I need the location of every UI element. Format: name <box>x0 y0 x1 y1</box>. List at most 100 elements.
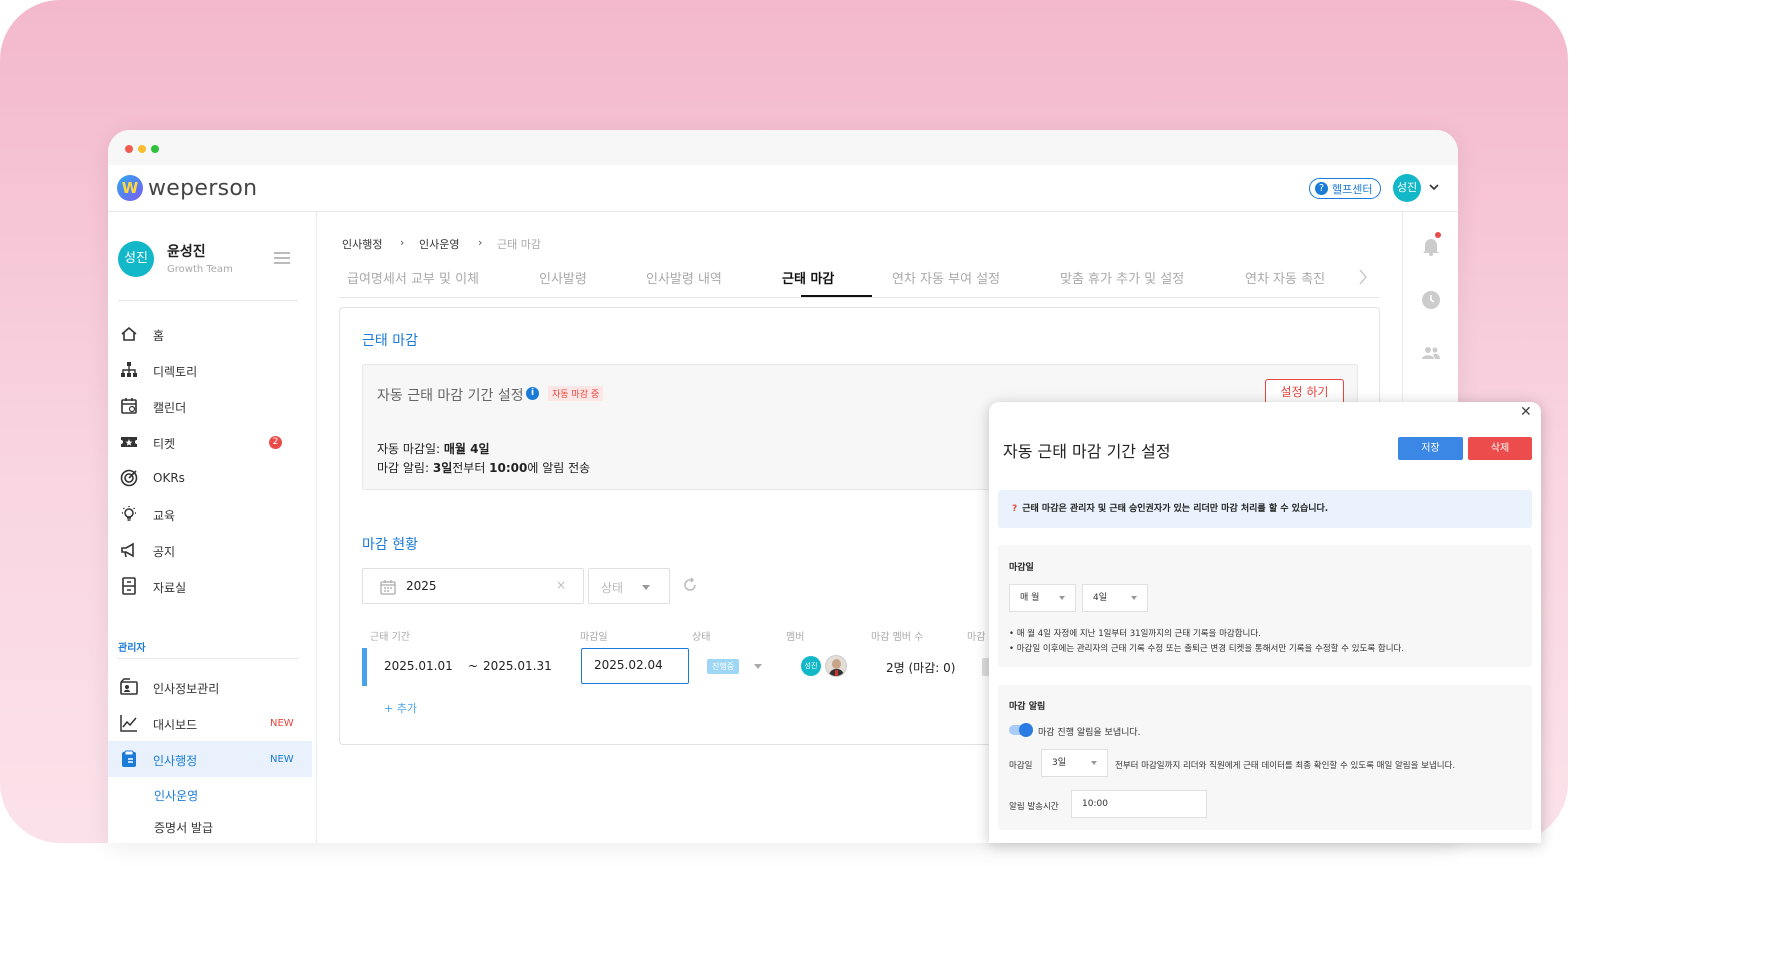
alert-days-desc: 전부터 마감일까지 리더와 직원에게 근태 데이터를 최종 확인할 수 있도록 … <box>1115 761 1456 771</box>
tab-annual-leave-auto[interactable]: 연차 자동 부여 설정 <box>892 268 1000 287</box>
lightbulb-icon <box>122 506 136 521</box>
sidebar-item-hr-admin[interactable]: 인사행정 NEW <box>108 741 312 777</box>
sidebar-item-calendar[interactable]: 캘린더 <box>108 388 312 424</box>
column-header: 멤버 <box>786 632 805 643</box>
due-period-select[interactable]: 매 월 <box>1009 584 1076 612</box>
member-photo-avatar[interactable] <box>825 655 847 677</box>
due-day-select[interactable]: 4일 <box>1082 584 1148 612</box>
weperson-logo-icon[interactable]: W <box>117 175 143 201</box>
permission-notice: ? 근태 마감은 관리자 및 근태 승인권자가 있는 리더만 마감 처리를 할 수… <box>998 490 1532 528</box>
alert-time-input[interactable]: 10:00 <box>1071 790 1207 818</box>
breadcrumb-item[interactable]: 인사행정 <box>342 236 382 252</box>
year-filter[interactable]: 2025 × <box>362 568 584 604</box>
sidebar-item-hr-info[interactable]: 인사정보관리 <box>108 669 312 705</box>
caret-down-icon <box>1091 761 1097 765</box>
sidebar-item-label: 자료실 <box>153 581 187 595</box>
column-header: 마감일 <box>580 632 608 643</box>
alert-due-label: 마감일 <box>1009 761 1033 771</box>
divider <box>118 300 298 301</box>
status-filter[interactable]: 상태 <box>588 568 670 604</box>
alert-toggle[interactable] <box>1009 723 1033 737</box>
tab-leave-promotion[interactable]: 연차 자동 촉진 <box>1245 268 1325 287</box>
alert-label: 마감 알림: <box>377 461 433 475</box>
breadcrumb-item[interactable]: 인사운영 <box>419 236 459 252</box>
caret-down-icon[interactable] <box>754 664 762 669</box>
sidebar-item-directory[interactable]: 디렉토리 <box>108 352 312 388</box>
megaphone-icon <box>121 542 134 558</box>
sidebar-item-label: 캘린더 <box>153 401 187 415</box>
brand-name[interactable]: weperson <box>148 176 257 201</box>
sidebar-item-education[interactable]: 교육 <box>108 496 312 532</box>
auto-close-date-line: 자동 마감일: 매월 4일 <box>377 440 490 457</box>
due-day-value: 4일 <box>1093 593 1108 603</box>
sidebar-subitem-hr-operations[interactable]: 인사운영 <box>154 787 198 804</box>
close-window-dot[interactable] <box>125 145 133 153</box>
alert-toggle-label: 마감 진행 알림을 보냅니다. <box>1038 728 1141 738</box>
clock-icon[interactable] <box>1422 291 1440 309</box>
user-avatar[interactable]: 성진 <box>1393 174 1421 202</box>
chevron-down-icon[interactable] <box>1429 184 1439 192</box>
chart-line-icon <box>120 715 137 732</box>
status-badge: 진행중 <box>707 659 740 674</box>
alert-heading: 마감 알림 <box>1009 702 1046 712</box>
divider <box>118 658 298 659</box>
alert-suffix: 에 알림 전송 <box>527 461 591 475</box>
save-button[interactable]: 저장 <box>1398 437 1463 460</box>
breadcrumb-current: 근태 마감 <box>497 238 541 251</box>
archive-icon <box>122 577 136 595</box>
delete-button[interactable]: 삭제 <box>1468 437 1532 460</box>
sidebar-item-archive[interactable]: 자료실 <box>108 568 312 604</box>
hamburger-menu-icon[interactable] <box>274 252 290 264</box>
add-row-button[interactable]: + 추가 <box>384 700 417 716</box>
minimize-window-dot[interactable] <box>138 145 146 153</box>
auto-close-settings-modal: ✕ 자동 근태 마감 기간 설정 저장 삭제 ? 근태 마감은 관리자 및 근태 … <box>989 402 1541 843</box>
sidebar: 성진 윤성진 Growth Team 홈 디렉토리 캘린더 티켓 2 OKRs … <box>108 212 317 843</box>
alert-days-select[interactable]: 3일 <box>1041 749 1108 777</box>
close-icon[interactable]: ✕ <box>1520 404 1532 420</box>
bell-icon[interactable] <box>1422 236 1440 256</box>
sidebar-item-label: 홈 <box>153 329 165 343</box>
chevron-right-icon[interactable] <box>1358 269 1368 285</box>
org-chart-icon <box>121 362 137 377</box>
due-date-heading: 마감일 <box>1009 563 1034 573</box>
tab-attendance-close[interactable]: 근태 마감 <box>782 268 834 287</box>
table-row[interactable]: 2025.01.01 ~ 2025.01.31 2025.02.04 진행중 성… <box>362 648 1002 688</box>
due-date-input[interactable]: 2025.02.04 <box>581 648 689 684</box>
sidebar-subitem-certificate[interactable]: 증명서 발급 <box>154 819 213 836</box>
permission-notice-text: 근태 마감은 관리자 및 근태 승인권자가 있는 리더만 마감 처리를 할 수 … <box>1022 504 1329 514</box>
target-icon <box>120 469 138 487</box>
member-avatar[interactable]: 성진 <box>801 656 821 676</box>
maximize-window-dot[interactable] <box>151 145 159 153</box>
column-header: 상태 <box>692 632 711 643</box>
period-start: 2025.01.01 <box>384 659 453 673</box>
sidebar-item-notice[interactable]: 공지 <box>108 532 312 568</box>
help-center-button[interactable]: ? 헬프센터 <box>1309 178 1382 199</box>
auto-close-title: 자동 근태 마감 기간 설정 <box>377 388 524 404</box>
profile-avatar[interactable]: 성진 <box>118 241 154 277</box>
tab-custom-leave[interactable]: 맞춤 휴가 추가 및 설정 <box>1060 268 1184 287</box>
people-icon[interactable] <box>1421 346 1441 360</box>
auto-close-date-label: 자동 마감일: <box>377 442 444 456</box>
refresh-icon[interactable] <box>682 577 698 593</box>
clear-icon[interactable]: × <box>556 578 566 592</box>
tab-appointment-history[interactable]: 인사발령 내역 <box>646 268 722 287</box>
sidebar-item-okrs[interactable]: OKRs <box>108 460 312 496</box>
sidebar-item-home[interactable]: 홈 <box>108 316 312 352</box>
sidebar-item-dashboard[interactable]: 대시보드 NEW <box>108 705 312 741</box>
tab-bar: 급여명세서 교부 및 이체 인사발령 인사발령 내역 근태 마감 연차 자동 부… <box>339 256 1379 298</box>
new-tag: NEW <box>270 718 294 729</box>
alert-section: 마감 알림 마감 진행 알림을 보냅니다. 마감일 3일 전부터 마감일까지 리… <box>998 685 1532 830</box>
sidebar-item-ticket[interactable]: 티켓 2 <box>108 424 312 460</box>
auto-close-alert-line: 마감 알림: 3일전부터 10:00에 알림 전송 <box>377 459 590 476</box>
auto-close-status-tag: 자동 마감 중 <box>548 386 604 401</box>
sidebar-item-label: 티켓 <box>153 437 176 451</box>
top-bar: W weperson ? 헬프센터 성진 <box>108 165 1458 212</box>
info-icon[interactable]: i <box>526 387 539 400</box>
sidebar-item-label: 인사행정 <box>153 754 198 768</box>
tab-appointment[interactable]: 인사발령 <box>539 268 587 287</box>
alert-days: 3일 <box>432 461 453 475</box>
profile-name: 윤성진 <box>167 244 206 260</box>
tab-payslip[interactable]: 급여명세서 교부 및 이체 <box>347 268 479 287</box>
row-highlight-bar <box>362 648 367 686</box>
caret-down-icon <box>1131 596 1137 600</box>
